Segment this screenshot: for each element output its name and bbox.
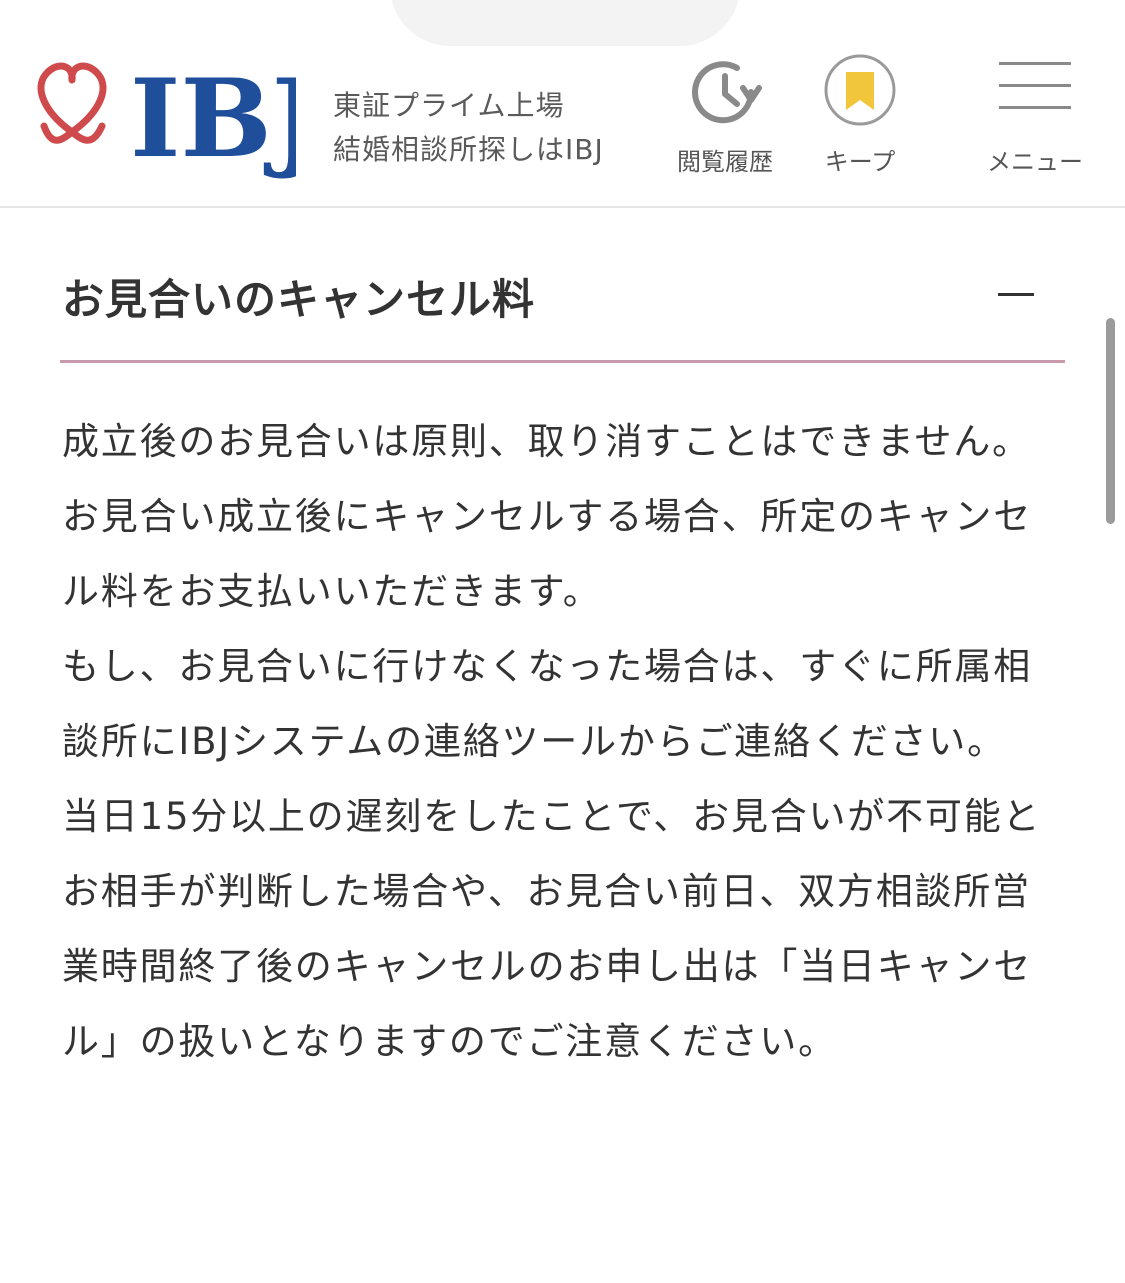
menu-button[interactable]: メニュー xyxy=(970,54,1100,184)
history-button[interactable]: 閲覧履歴 xyxy=(660,54,790,184)
logo-text: IBJ xyxy=(130,60,296,182)
paragraph: 成立後のお見合いは原則、取り消すことはできません。お見合い成立後にキャンセルする… xyxy=(62,420,1032,613)
tagline-line1: 東証プライム上場 xyxy=(333,89,565,122)
history-label: 閲覧履歴 xyxy=(677,148,773,176)
ibj-logo[interactable]: IBJ xyxy=(34,60,296,186)
tagline: 東証プライム上場 結婚相談所探しはIBJ xyxy=(333,84,604,172)
page: IBJ 東証プライム上場 結婚相談所探しはIBJ 閲覧履歴 xyxy=(0,0,1125,1283)
bookmark-icon xyxy=(795,54,925,134)
hamburger-menu-icon xyxy=(970,54,1100,134)
scrollbar-thumb[interactable] xyxy=(1106,318,1115,524)
heart-logo-icon: IBJ xyxy=(37,60,296,182)
keep-button[interactable]: キープ xyxy=(795,54,925,184)
clock-history-icon xyxy=(660,54,790,134)
paragraph: 当日15分以上の遅刻をしたことで、お見合いが不可能とお相手が判断した場合や、お見… xyxy=(62,795,1042,1063)
accordion-header-cancellation-fee[interactable]: お見合いのキャンセル料 xyxy=(60,240,1065,363)
keep-label: キープ xyxy=(824,148,896,176)
accordion-body: 成立後のお見合いは原則、取り消すことはできません。お見合い成立後にキャンセルする… xyxy=(62,404,1062,1079)
paragraph: もし、お見合いに行けなくなった場合は、すぐに所属相談所にIBJシステムの連絡ツー… xyxy=(62,645,1032,763)
tagline-line2: 結婚相談所探しはIBJ xyxy=(333,133,604,166)
section-title: お見合いのキャンセル料 xyxy=(62,275,536,324)
menu-label: メニュー xyxy=(987,148,1083,176)
minus-icon xyxy=(998,293,1034,296)
site-header: IBJ 東証プライム上場 結婚相談所探しはIBJ 閲覧履歴 xyxy=(0,0,1125,208)
collapse-toggle-icon[interactable] xyxy=(998,288,1034,308)
